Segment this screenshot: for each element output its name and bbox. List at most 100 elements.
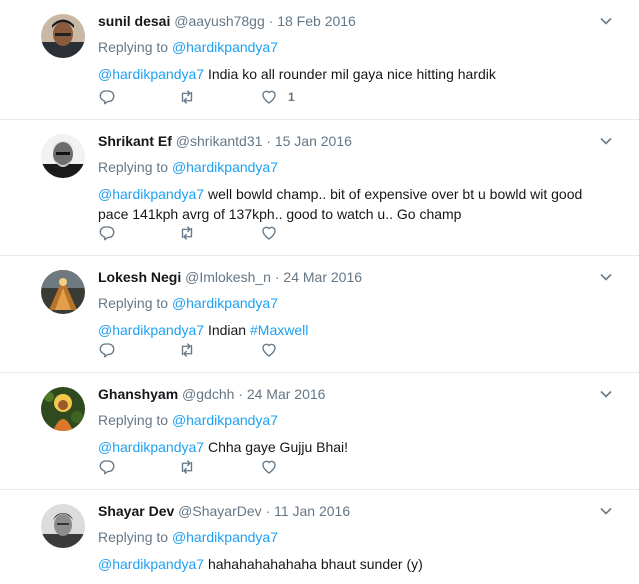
hashtag-link[interactable]: #Maxwell [250, 322, 308, 338]
replying-prefix: Replying to [98, 529, 172, 545]
tweet-header: sunil desai @aayush78gg · 18 Feb 2016 [98, 12, 609, 30]
tweet-date[interactable]: 24 Mar 2016 [247, 386, 326, 402]
replying-to: Replying to @hardikpandya7 [98, 38, 609, 56]
retweet-icon [181, 460, 193, 474]
tweet-text: @hardikpandya7 Indian #Maxwell [98, 320, 609, 340]
user-handle[interactable]: @Imlokesh_n [185, 269, 271, 285]
retweet-button[interactable] [178, 223, 260, 243]
like-button[interactable] [260, 457, 320, 477]
display-name[interactable]: Lokesh Negi [98, 269, 181, 285]
retweet-button[interactable] [178, 87, 260, 107]
heart-icon [262, 460, 276, 474]
replying-to-link[interactable]: @hardikpandya7 [172, 39, 278, 55]
mention-link[interactable]: @hardikpandya7 [98, 322, 204, 338]
tweet-actions: 1 [98, 87, 320, 107]
avatar-image [41, 270, 85, 314]
display-name[interactable]: Shrikant Ef [98, 133, 172, 149]
retweet-button[interactable] [178, 340, 260, 360]
chevron-down-icon[interactable] [599, 14, 613, 28]
separator-dot: · [265, 503, 271, 519]
avatar[interactable] [41, 504, 85, 548]
mention-link[interactable]: @hardikpandya7 [98, 556, 204, 572]
tweet-date[interactable]: 18 Feb 2016 [277, 13, 356, 29]
reply-button[interactable] [98, 87, 178, 107]
tweet-actions [98, 223, 320, 243]
user-handle[interactable]: @ShayarDev [178, 503, 261, 519]
heart-icon [262, 226, 276, 240]
separator-dot: · [274, 269, 280, 285]
avatar[interactable] [41, 387, 85, 431]
separator-dot: · [266, 133, 271, 149]
like-button[interactable] [260, 340, 320, 360]
display-name[interactable]: sunil desai [98, 13, 170, 29]
replying-prefix: Replying to [98, 39, 172, 55]
mention-link[interactable]: @hardikpandya7 [98, 439, 204, 455]
retweet-button[interactable] [178, 457, 260, 477]
tweet[interactable]: Shayar Dev @ShayarDev · 11 Jan 2016 Repl… [0, 490, 639, 580]
tweet-actions [98, 457, 320, 477]
tweet[interactable]: Shrikant Ef @shrikantd31 · 15 Jan 2016 R… [0, 120, 639, 256]
replying-to-link[interactable]: @hardikpandya7 [172, 159, 278, 175]
chevron-down-icon[interactable] [599, 270, 613, 284]
avatar-image [41, 134, 85, 178]
reply-icon [99, 460, 115, 475]
avatar[interactable] [41, 14, 85, 58]
user-handle[interactable]: @aayush78gg [174, 13, 265, 29]
tweet-header: Ghanshyam @gdchh · 24 Mar 2016 [98, 385, 609, 403]
display-name[interactable]: Ghanshyam [98, 386, 178, 402]
tweet[interactable]: Ghanshyam @gdchh · 24 Mar 2016 Replying … [0, 373, 639, 490]
replying-to: Replying to @hardikpandya7 [98, 411, 609, 429]
tweet-body: Chha gaye Gujju Bhai! [204, 439, 349, 455]
heart-icon [262, 343, 276, 357]
retweet-icon [181, 90, 193, 104]
tweet-body: India ko all rounder mil gaya nice hitti… [204, 66, 496, 82]
tweet[interactable]: sunil desai @aayush78gg · 18 Feb 2016 Re… [0, 0, 639, 120]
mention-link[interactable]: @hardikpandya7 [98, 66, 204, 82]
user-handle[interactable]: @gdchh [182, 386, 234, 402]
replying-to-link[interactable]: @hardikpandya7 [172, 529, 278, 545]
reply-icon [99, 90, 115, 105]
avatar-image [41, 14, 85, 58]
replying-to: Replying to @hardikpandya7 [98, 528, 609, 546]
tweet-header: Lokesh Negi @Imlokesh_n · 24 Mar 2016 [98, 268, 609, 286]
avatar-image [41, 387, 85, 431]
tweet-body: hahahahahahaha bhaut sunder (y) [204, 556, 423, 572]
replying-prefix: Replying to [98, 412, 172, 428]
tweet-body: Indian [204, 322, 250, 338]
avatar[interactable] [41, 134, 85, 178]
retweet-icon [181, 226, 193, 240]
reply-icon [99, 226, 115, 241]
tweet-actions [98, 340, 320, 360]
reply-icon [99, 343, 115, 358]
retweet-icon [181, 343, 193, 357]
like-count: 1 [288, 90, 295, 104]
like-button[interactable] [260, 223, 320, 243]
mention-link[interactable]: @hardikpandya7 [98, 186, 204, 202]
chevron-down-icon[interactable] [599, 387, 613, 401]
separator-dot: · [238, 386, 243, 402]
tweet-text: @hardikpandya7 Chha gaye Gujju Bhai! [98, 437, 609, 457]
replying-to-link[interactable]: @hardikpandya7 [172, 412, 278, 428]
tweet-header: Shayar Dev @ShayarDev · 11 Jan 2016 [98, 502, 609, 520]
avatar[interactable] [41, 270, 85, 314]
tweet-date[interactable]: 15 Jan 2016 [275, 133, 352, 149]
chevron-down-icon[interactable] [599, 134, 613, 148]
tweet-date[interactable]: 24 Mar 2016 [283, 269, 362, 285]
replying-to-link[interactable]: @hardikpandya7 [172, 295, 278, 311]
like-button[interactable]: 1 [260, 87, 320, 107]
replying-prefix: Replying to [98, 295, 172, 311]
tweet-date[interactable]: 11 Jan 2016 [274, 503, 350, 519]
reply-button[interactable] [98, 340, 178, 360]
tweet-text: @hardikpandya7 India ko all rounder mil … [98, 64, 609, 84]
reply-button[interactable] [98, 457, 178, 477]
reply-feed: sunil desai @aayush78gg · 18 Feb 2016 Re… [0, 0, 639, 580]
reply-button[interactable] [98, 223, 178, 243]
tweet-text: @hardikpandya7 well bowld champ.. bit of… [98, 184, 609, 224]
user-handle[interactable]: @shrikantd31 [176, 133, 263, 149]
replying-to: Replying to @hardikpandya7 [98, 158, 609, 176]
heart-icon [262, 90, 276, 104]
display-name[interactable]: Shayar Dev [98, 503, 174, 519]
tweet[interactable]: Lokesh Negi @Imlokesh_n · 24 Mar 2016 Re… [0, 256, 639, 373]
chevron-down-icon[interactable] [599, 504, 613, 518]
replying-prefix: Replying to [98, 159, 172, 175]
